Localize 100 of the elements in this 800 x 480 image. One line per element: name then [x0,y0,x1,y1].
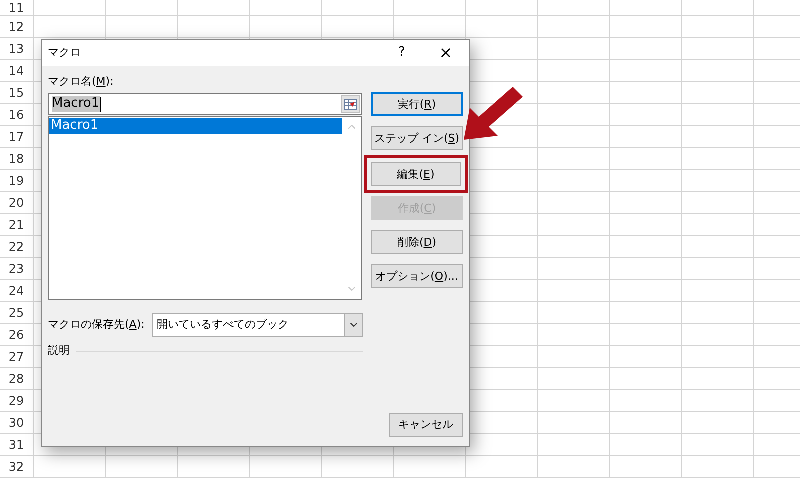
sheet-cell[interactable] [538,170,610,192]
sheet-cell[interactable] [106,16,178,38]
sheet-cell[interactable] [250,0,322,16]
sheet-cell[interactable] [610,324,682,346]
dialog-button[interactable]: 削除(D) [371,230,463,254]
sheet-cell[interactable] [538,126,610,148]
row-header[interactable]: 29 [8,394,24,408]
sheet-cell[interactable] [610,0,682,16]
sheet-cell[interactable] [538,192,610,214]
row-header[interactable]: 13 [8,42,24,56]
sheet-cell[interactable] [538,412,610,434]
sheet-cell[interactable] [34,0,106,16]
sheet-cell[interactable] [682,434,754,456]
picker-button[interactable] [341,95,360,113]
row-header[interactable]: 19 [8,174,24,188]
sheet-cell[interactable] [610,126,682,148]
sheet-cell[interactable] [682,346,754,368]
sheet-cell[interactable] [610,38,682,60]
sheet-cell[interactable] [682,38,754,60]
cancel-button[interactable]: キャンセル [389,413,463,437]
sheet-cell[interactable] [682,258,754,280]
sheet-cell[interactable] [682,390,754,412]
sheet-cell[interactable] [610,346,682,368]
sheet-cell[interactable] [682,82,754,104]
sheet-cell[interactable] [250,16,322,38]
sheet-cell[interactable] [394,456,466,478]
sheet-cell[interactable] [538,390,610,412]
sheet-cell[interactable] [538,16,610,38]
sheet-cell[interactable] [610,258,682,280]
sheet-cell[interactable] [466,0,538,16]
sheet-cell[interactable] [610,236,682,258]
location-dropdown[interactable]: 開いているすべてのブック [152,313,363,337]
sheet-cell[interactable] [610,60,682,82]
sheet-cell[interactable] [682,192,754,214]
sheet-cell[interactable] [682,412,754,434]
sheet-cell[interactable] [322,0,394,16]
sheet-cell[interactable] [322,16,394,38]
sheet-cell[interactable] [34,456,106,478]
row-header[interactable]: 26 [8,328,24,342]
sheet-cell[interactable] [610,148,682,170]
sheet-cell[interactable] [538,214,610,236]
row-header[interactable]: 22 [8,240,24,254]
help-button[interactable]: ? [387,43,417,63]
row-header[interactable]: 27 [8,350,24,364]
sheet-cell[interactable] [538,60,610,82]
sheet-cell[interactable] [106,0,178,16]
sheet-cell[interactable] [250,456,322,478]
row-header[interactable]: 25 [8,306,24,320]
sheet-cell[interactable] [682,126,754,148]
sheet-cell[interactable] [178,16,250,38]
row-header[interactable]: 11 [8,0,24,14]
row-header[interactable]: 32 [8,460,24,474]
sheet-cell[interactable] [682,16,754,38]
row-header[interactable]: 17 [8,130,24,144]
sheet-cell[interactable] [538,82,610,104]
list-item[interactable]: Macro1 [49,118,342,134]
sheet-cell[interactable] [610,456,682,478]
sheet-cell[interactable] [682,214,754,236]
close-button[interactable]: × [431,42,461,64]
sheet-cell[interactable] [610,170,682,192]
sheet-cell[interactable] [538,38,610,60]
sheet-cell[interactable] [394,0,466,16]
sheet-cell[interactable] [682,60,754,82]
dialog-button[interactable]: オプション(O)... [371,264,463,288]
sheet-cell[interactable] [682,456,754,478]
row-header[interactable]: 14 [8,64,24,78]
sheet-cell[interactable] [682,368,754,390]
row-header[interactable]: 31 [8,438,24,452]
row-header[interactable]: 18 [8,152,24,166]
row-header[interactable]: 24 [8,284,24,298]
sheet-cell[interactable] [106,456,178,478]
sheet-cell[interactable] [394,16,466,38]
sheet-cell[interactable] [538,258,610,280]
row-header[interactable]: 15 [8,86,24,100]
input-field[interactable]: Macro1 [48,93,362,115]
sheet-cell[interactable] [178,456,250,478]
sheet-cell[interactable] [538,346,610,368]
sheet-cell[interactable] [538,0,610,16]
sheet-cell[interactable] [322,456,394,478]
sheet-cell[interactable] [610,390,682,412]
sheet-cell[interactable] [610,412,682,434]
sheet-cell[interactable] [682,280,754,302]
sheet-cell[interactable] [466,456,538,478]
row-header[interactable]: 12 [8,20,24,34]
sheet-cell[interactable] [178,0,250,16]
sheet-cell[interactable] [610,434,682,456]
sheet-cell[interactable] [610,214,682,236]
sheet-cell[interactable] [682,148,754,170]
dialog-button[interactable]: ステップ イン(S) [371,126,463,150]
sheet-cell[interactable] [610,104,682,126]
sheet-cell[interactable] [610,82,682,104]
sheet-cell[interactable] [682,104,754,126]
sheet-cell[interactable] [538,324,610,346]
sheet-cell[interactable] [466,16,538,38]
sheet-cell[interactable] [538,236,610,258]
sheet-cell[interactable] [538,456,610,478]
dialog-button[interactable]: 編集(E) [371,162,461,186]
sheet-cell[interactable] [682,170,754,192]
row-header[interactable]: 23 [8,262,24,276]
row-header[interactable]: 28 [8,372,24,386]
